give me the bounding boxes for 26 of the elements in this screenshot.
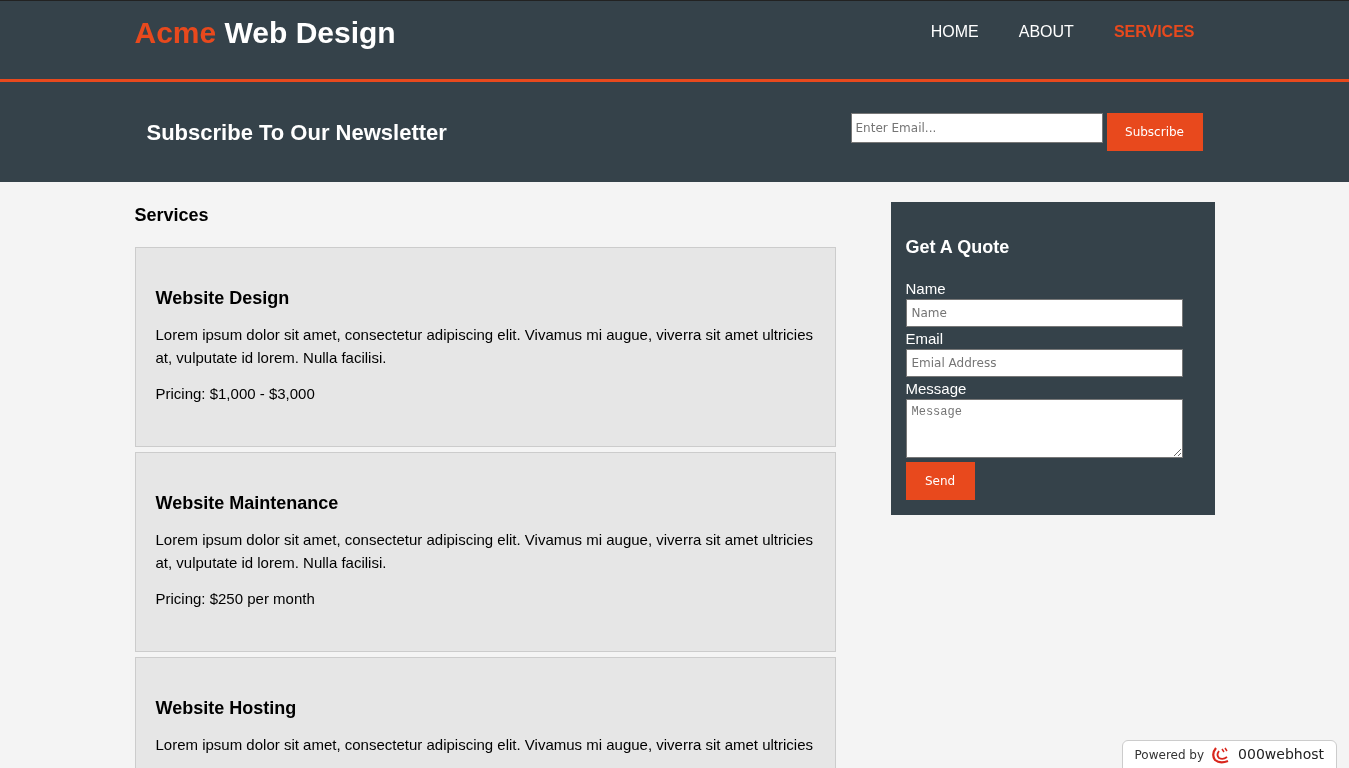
field-label: Name [905,279,946,299]
badge-text: Powered by [1134,746,1205,764]
input-field[interactable]: Name [905,299,1183,327]
send-button[interactable]: Send [905,462,975,500]
service-pricing: Pricing: $1,000 - $3,000 [155,384,316,404]
badge-brand: 000webhost [1238,745,1324,764]
page-title: Services [134,204,210,227]
input-field[interactable]: Emial Address [905,349,1183,377]
service-pricing: Pricing: $250 per month [155,589,316,609]
service-description: Lorem ipsum dolor sit amet, consectetur adipiscing elit. Vivamus mi augue, viverra sit amet ultricies at, vulputate id lorem. Nulla facilisi. [155,325,814,368]
newsletter-title: Subscribe To Our Newsletter [146,118,447,147]
quote-title: Get A Quote [905,236,1010,259]
field-label: Email [905,329,943,349]
email-input[interactable]: Enter Email... [850,113,1103,143]
nav-link[interactable]: ABOUT [1018,20,1074,44]
service-title: Website Maintenance [155,492,340,515]
service-title: Website Design [155,287,291,310]
service-description: Lorem ipsum dolor sit amet, consectetur adipiscing elit. Vivamus mi augue, viverra sit amet ultricies at, vulputate id lorem. Nulla facilisi. [155,530,814,573]
service-description: Lorem ipsum dolor sit amet, consectetur adipiscing elit. Vivamus mi augue, viverra sit amet ultricies [155,735,814,755]
field-label: Message [905,379,967,399]
message-field[interactable]: Message [905,399,1183,458]
subscribe-button[interactable]: Subscribe [1106,113,1203,151]
site-logo[interactable]: Acme Web Design [134,9,396,55]
service-title: Website Hosting [155,697,298,720]
hosting-badge[interactable]: Powered by 000webhost [1121,740,1337,768]
nav-link[interactable]: HOME [930,20,979,44]
